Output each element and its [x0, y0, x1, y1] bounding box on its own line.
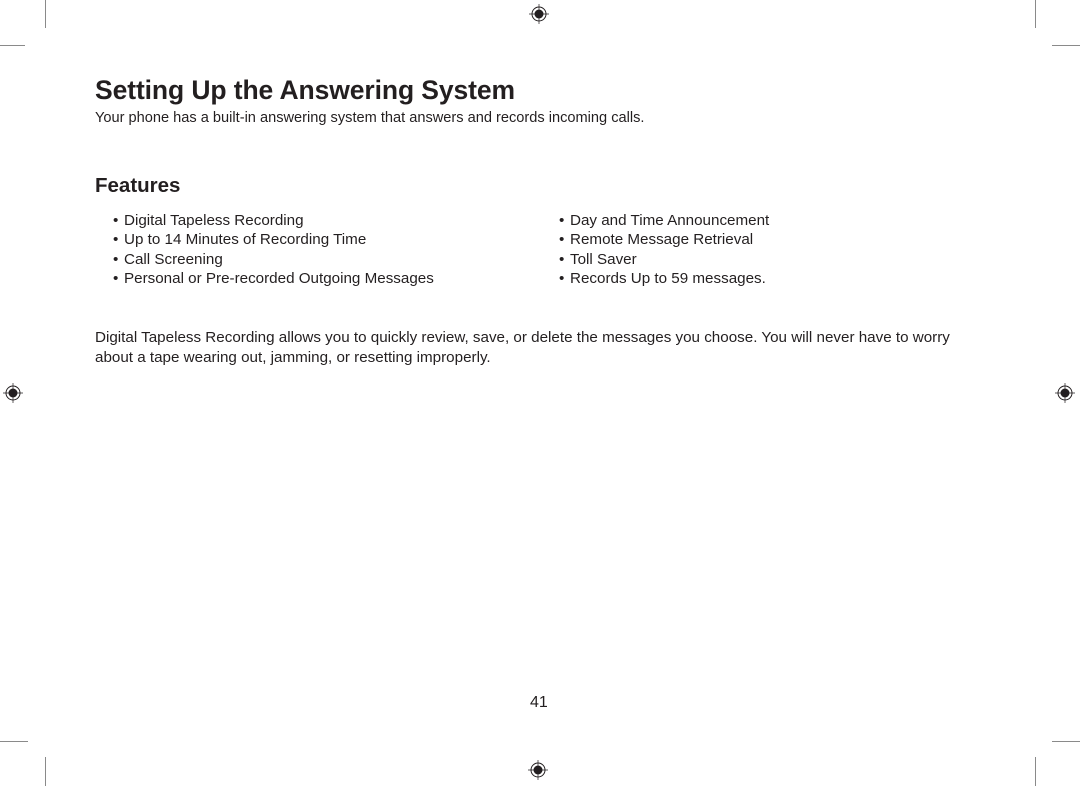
bullet-icon: •	[559, 231, 565, 249]
intro-text: Your phone has a built-in answering syst…	[95, 110, 645, 126]
feature-label: Toll Saver	[570, 250, 637, 268]
registration-target-icon	[1055, 383, 1075, 403]
feature-item: • Day and Time Announcement	[559, 211, 769, 230]
feature-label: Digital Tapeless Recording	[124, 212, 304, 229]
bullet-icon: •	[559, 250, 565, 268]
crop-mark-top-right-vertical	[1035, 0, 1036, 28]
bullet-icon: •	[113, 250, 119, 268]
page-title: Setting Up the Answering System	[95, 75, 515, 105]
crop-mark-bottom-right-horizontal	[1052, 741, 1080, 742]
registration-target-icon	[529, 4, 549, 24]
feature-label: Up to 14 Minutes of Recording Time	[124, 231, 367, 249]
crop-mark-bottom-left-horizontal	[0, 741, 28, 742]
feature-label: Personal or Pre-recorded Outgoing Messag…	[124, 269, 434, 287]
feature-item: • Up to 14 Minutes of Recording Time	[113, 230, 434, 249]
features-heading: Features	[95, 174, 181, 197]
bullet-icon: •	[113, 269, 119, 287]
feature-label: Day and Time Announcement	[570, 212, 770, 229]
body-paragraph: Digital Tapeless Recording allows you to…	[95, 329, 950, 366]
feature-item: • Records Up to 59 messages.	[559, 269, 769, 288]
features-list-right: • Day and Time Announcement • Remote Messa…	[559, 211, 769, 288]
bullet-icon: •	[113, 231, 119, 249]
crop-mark-top-left-vertical	[45, 0, 46, 28]
bullet-icon: •	[559, 212, 565, 229]
feature-label: Call Screening	[124, 250, 223, 268]
feature-label: Remote Message Retrieval	[570, 231, 754, 249]
bullet-icon: •	[113, 212, 119, 229]
crop-mark-bottom-right-vertical	[1035, 757, 1036, 786]
crop-mark-top-left-horizontal	[0, 45, 25, 46]
crop-mark-bottom-left-vertical	[45, 757, 46, 786]
registration-target-icon	[528, 760, 548, 780]
crop-mark-top-right-horizontal	[1052, 45, 1080, 46]
page-number: 41	[530, 694, 548, 711]
feature-label: Records Up to 59 messages.	[570, 269, 766, 287]
feature-item: • Personal or Pre-recorded Outgoing Messa…	[113, 269, 434, 288]
registration-target-icon	[3, 383, 23, 403]
features-list-left: • Digital Tapeless Recording • Up to 14 Mi…	[113, 211, 434, 288]
feature-item: • Digital Tapeless Recording	[113, 211, 434, 230]
feature-item: • Call Screening	[113, 250, 434, 269]
bullet-icon: •	[559, 269, 565, 287]
feature-item: • Toll Saver	[559, 250, 769, 269]
feature-item: • Remote Message Retrieval	[559, 230, 769, 249]
